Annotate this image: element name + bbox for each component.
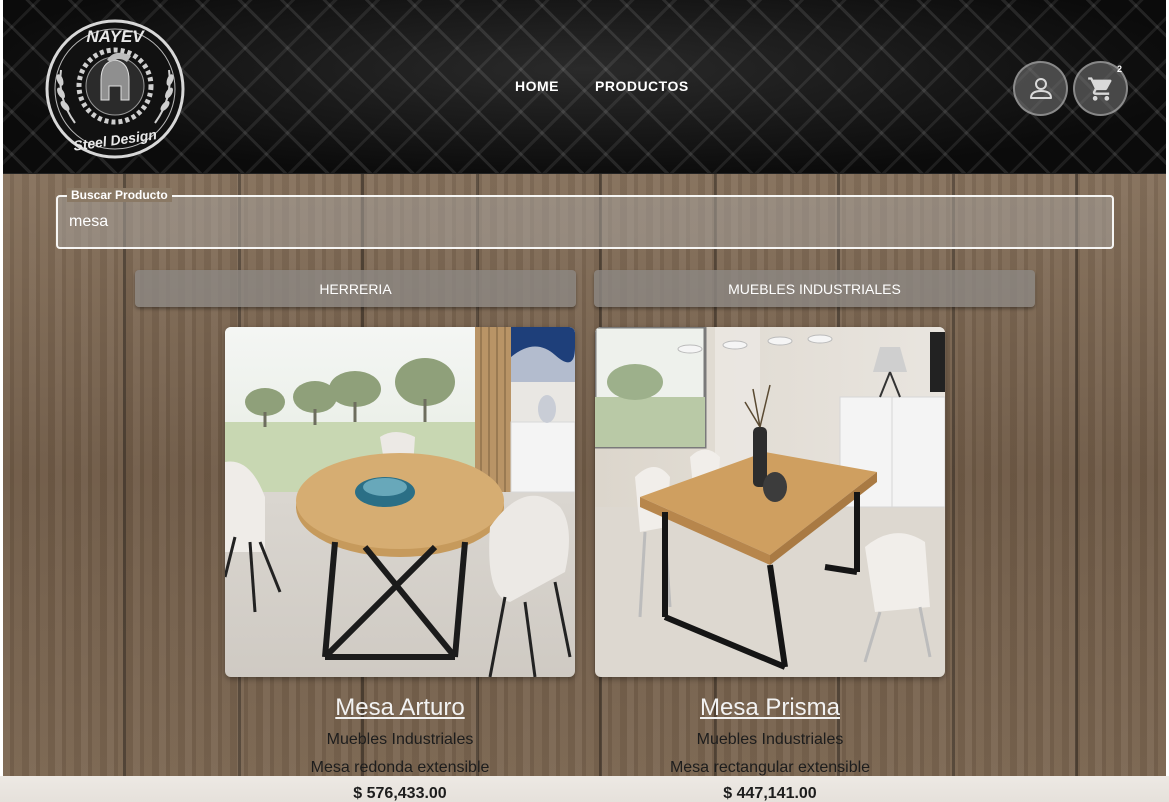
user-icon: [1029, 77, 1052, 99]
shopping-cart-icon: [1087, 76, 1112, 101]
nayev-logo[interactable]: NAYEV Steel Design: [35, 18, 195, 160]
product-price: $ 576,433.00: [353, 785, 447, 802]
nav-home-link[interactable]: HOME: [515, 78, 559, 94]
product-image[interactable]: [595, 327, 945, 677]
product-category: Muebles Industriales: [326, 731, 474, 748]
category-herreria-button[interactable]: HERRERIA: [135, 270, 576, 307]
wood-background: [3, 174, 1166, 776]
cart-button[interactable]: 2: [1073, 61, 1128, 116]
product-card: Mesa Prisma Muebles Industriales Mesa re…: [595, 327, 945, 802]
product-category: Muebles Industriales: [696, 731, 844, 748]
search-input[interactable]: [69, 208, 1089, 236]
user-account-button[interactable]: [1013, 61, 1068, 116]
product-image[interactable]: [225, 327, 575, 677]
search-field: Buscar Producto: [56, 188, 1114, 249]
logo-brand-text: NAYEV: [86, 27, 145, 46]
product-price: $ 447,141.00: [723, 785, 817, 802]
product-card: Mesa Arturo Muebles Industriales Mesa re…: [225, 327, 575, 802]
product-description: Mesa rectangular extensible: [669, 759, 871, 776]
search-label: Buscar Producto: [67, 188, 172, 202]
product-title-link[interactable]: Mesa Arturo: [225, 694, 575, 722]
site-header: NAYEV Steel Design HOME PRODUCTOS 2: [3, 0, 1166, 174]
main-nav: HOME PRODUCTOS: [515, 78, 689, 94]
cart-count-badge: 2: [1116, 64, 1122, 74]
nav-productos-link[interactable]: PRODUCTOS: [595, 78, 689, 94]
category-muebles-industriales-button[interactable]: MUEBLES INDUSTRIALES: [594, 270, 1035, 307]
bottom-strip: [0, 776, 1169, 802]
product-description: Mesa redonda extensible: [310, 759, 490, 776]
product-title-link[interactable]: Mesa Prisma: [595, 694, 945, 722]
